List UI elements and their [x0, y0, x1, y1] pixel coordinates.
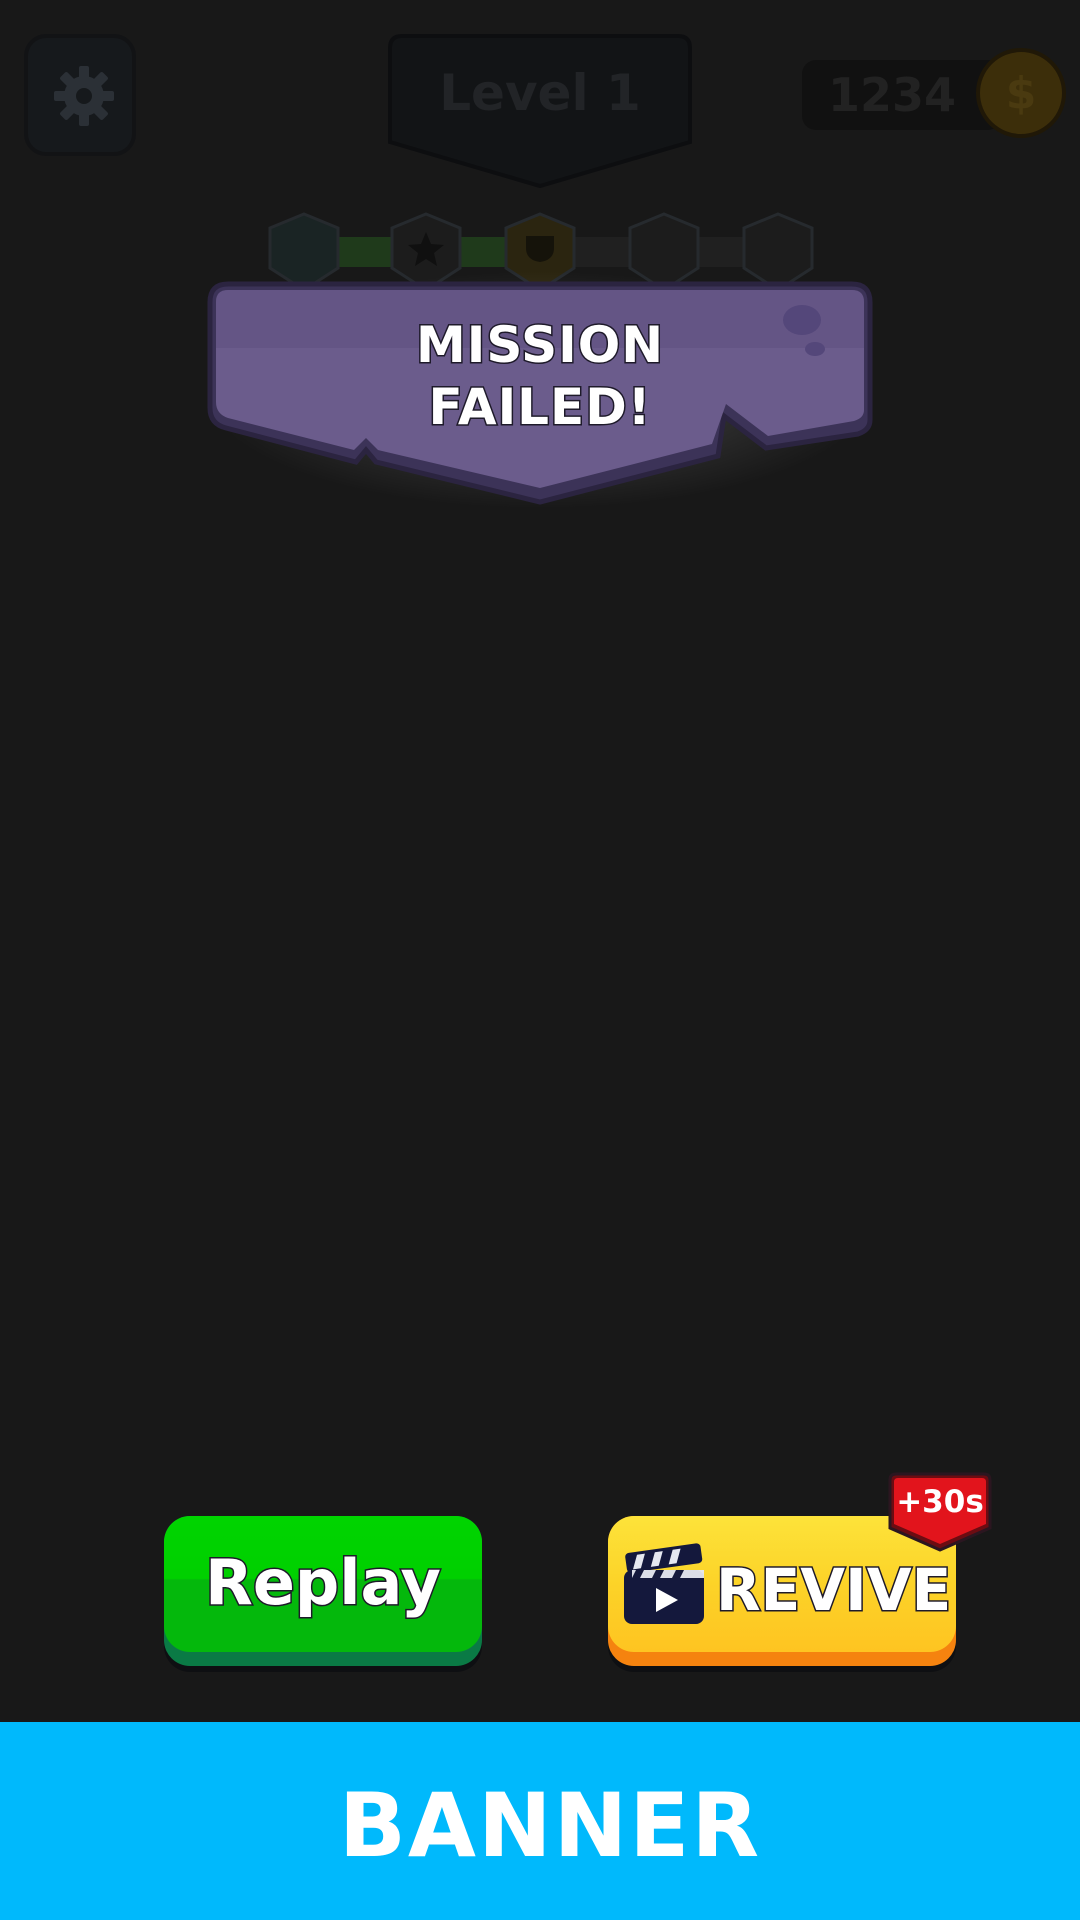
gear-icon — [54, 66, 114, 126]
mission-failed-banner: MISSION FAILED! — [206, 278, 874, 508]
ad-banner[interactable]: BANNER — [0, 1722, 1080, 1920]
revive-label: REVIVE — [714, 1555, 952, 1626]
coin-symbol: $ — [1005, 68, 1037, 119]
replay-button[interactable]: Replay — [164, 1516, 482, 1666]
clapperboard-play-icon — [624, 1543, 704, 1624]
replay-label: Replay — [204, 1545, 443, 1621]
revive-bonus-label: +30s — [896, 1484, 984, 1520]
mission-title-line-2: FAILED! — [427, 377, 652, 438]
mission-title-line-1: MISSION — [415, 315, 665, 376]
revive-bonus-badge: +30s — [888, 1472, 992, 1552]
settings-button[interactable] — [24, 34, 136, 156]
hud: Level 1 1234 $ — [0, 0, 1080, 300]
ad-banner-label: BANNER — [338, 1774, 762, 1877]
level-banner: Level 1 — [388, 34, 692, 190]
level-label: Level 1 — [439, 64, 641, 122]
mission-failed-title: MISSION FAILED! — [415, 314, 665, 438]
coin-count: 1234 — [827, 68, 957, 122]
coin-counter: 1234 — [802, 60, 1002, 130]
coin-icon: $ — [976, 48, 1066, 138]
